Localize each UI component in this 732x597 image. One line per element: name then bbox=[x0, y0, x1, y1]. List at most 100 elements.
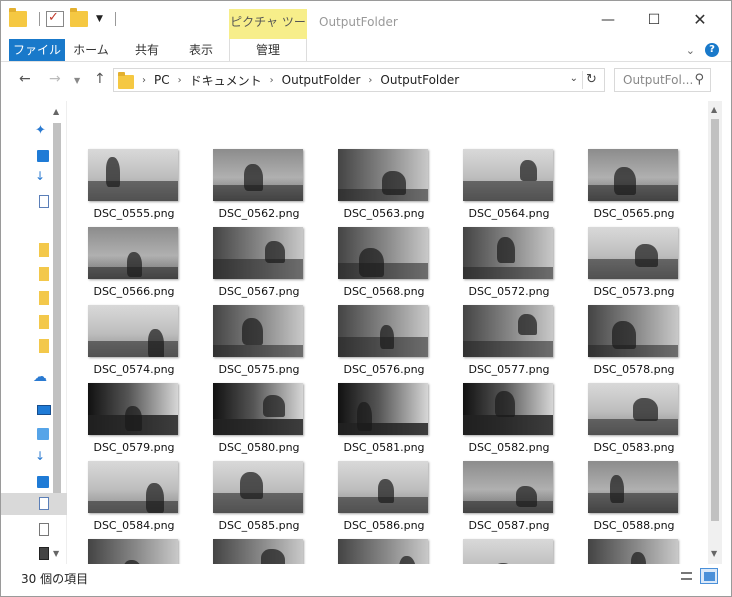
large-icons-view-button[interactable] bbox=[700, 568, 718, 584]
nav-scrollbar-thumb[interactable] bbox=[53, 123, 61, 503]
breadcrumb-outputfolder-current[interactable]: OutputFolder bbox=[380, 73, 459, 87]
up-arrow-icon[interactable]: ↑ bbox=[94, 71, 106, 87]
file-thumbnail-item[interactable]: DSC_0581.png bbox=[338, 383, 463, 461]
recent-locations-icon[interactable]: ▼ bbox=[74, 76, 80, 85]
file-thumbnail-item[interactable]: DSC_0576.png bbox=[338, 305, 463, 383]
scroll-down-arrow-icon[interactable]: ▼ bbox=[711, 549, 717, 558]
scroll-down-arrow-icon[interactable]: ▼ bbox=[53, 549, 59, 558]
tab-file[interactable]: ファイル bbox=[9, 39, 65, 61]
folder-icon[interactable] bbox=[29, 337, 51, 355]
downloads-icon[interactable]: ↓ bbox=[29, 169, 51, 187]
file-thumbnail-item[interactable]: DSC_0575.png bbox=[213, 305, 338, 383]
properties-icon[interactable] bbox=[46, 10, 64, 27]
tab-manage[interactable]: 管理 bbox=[229, 39, 307, 61]
file-thumbnail-item[interactable]: DSC_0565.png bbox=[588, 149, 708, 227]
quick-access-pin-icon[interactable]: ✦ bbox=[29, 123, 51, 141]
image-thumbnail bbox=[88, 227, 178, 279]
image-thumbnail bbox=[213, 383, 303, 435]
file-thumbnail-item[interactable]: DSC_0588.png bbox=[588, 461, 708, 539]
close-button[interactable]: ✕ bbox=[677, 7, 723, 33]
scroll-up-arrow-icon[interactable]: ▲ bbox=[711, 105, 717, 114]
file-thumbnail-item[interactable]: DSC_0578.png bbox=[588, 305, 708, 383]
breadcrumb-separator[interactable]: › bbox=[142, 75, 146, 86]
address-bar[interactable]: › PC › ドキュメント › OutputFolder › OutputFol… bbox=[113, 68, 605, 92]
file-thumbnail-item[interactable]: DSC_0586.png bbox=[338, 461, 463, 539]
help-icon[interactable]: ? bbox=[705, 43, 719, 57]
search-icon: ⚲ bbox=[694, 72, 704, 87]
folder-icon[interactable] bbox=[9, 8, 27, 27]
file-thumbnail-item[interactable]: DSC_0568.png bbox=[338, 227, 463, 305]
expand-ribbon-icon[interactable]: ⌄ bbox=[686, 44, 695, 57]
file-thumbnail-item[interactable] bbox=[463, 539, 588, 564]
file-thumbnail-item[interactable]: DSC_0563.png bbox=[338, 149, 463, 227]
desktop-icon[interactable] bbox=[29, 473, 51, 491]
onedrive-icon[interactable]: ☁ bbox=[29, 369, 51, 387]
back-arrow-icon[interactable]: ← bbox=[19, 71, 31, 87]
pictures-icon[interactable] bbox=[29, 521, 51, 539]
file-thumbnail-item[interactable]: DSC_0580.png bbox=[213, 383, 338, 461]
file-thumbnail-item[interactable]: DSC_0585.png bbox=[213, 461, 338, 539]
large-icons-view-icon bbox=[704, 572, 715, 581]
file-thumbnail-item[interactable]: DSC_0567.png bbox=[213, 227, 338, 305]
file-thumbnail-item[interactable]: DSC_0562.png bbox=[213, 149, 338, 227]
file-thumbnail-item[interactable]: DSC_0579.png bbox=[88, 383, 213, 461]
scrollbar-thumb[interactable] bbox=[711, 119, 719, 521]
folder-icon[interactable] bbox=[29, 289, 51, 307]
videos-icon[interactable] bbox=[29, 545, 51, 563]
file-thumbnail-item[interactable]: DSC_0577.png bbox=[463, 305, 588, 383]
file-thumbnail-item[interactable]: DSC_0555.png bbox=[88, 149, 213, 227]
breadcrumb-separator[interactable]: › bbox=[368, 75, 372, 86]
picture-tools-context-label: ピクチャ ツール bbox=[229, 9, 307, 55]
file-name-label: DSC_0587.png bbox=[468, 519, 550, 532]
documents-icon[interactable] bbox=[29, 193, 51, 211]
file-thumbnail-item[interactable]: DSC_0583.png bbox=[588, 383, 708, 461]
file-thumbnail-item[interactable]: DSC_0582.png bbox=[463, 383, 588, 461]
documents-icon[interactable] bbox=[29, 495, 51, 513]
minimize-button[interactable]: — bbox=[585, 7, 631, 33]
tab-view[interactable]: 表示 bbox=[177, 39, 225, 61]
breadcrumb-separator[interactable]: › bbox=[178, 75, 182, 86]
desktop-icon[interactable] bbox=[29, 147, 51, 165]
breadcrumb-outputfolder[interactable]: OutputFolder bbox=[282, 73, 361, 87]
file-thumbnail-item[interactable] bbox=[588, 539, 708, 564]
3d-objects-icon[interactable] bbox=[29, 425, 51, 443]
forward-arrow-icon[interactable]: → bbox=[49, 71, 61, 87]
downloads-icon[interactable]: ↓ bbox=[29, 449, 51, 467]
image-thumbnail bbox=[213, 227, 303, 279]
file-thumbnail-item[interactable]: DSC_0572.png bbox=[463, 227, 588, 305]
file-name-label: DSC_0565.png bbox=[593, 207, 675, 220]
tab-share[interactable]: 共有 bbox=[123, 39, 171, 61]
file-name-label: DSC_0588.png bbox=[593, 519, 675, 532]
file-thumbnail-item[interactable] bbox=[213, 539, 338, 564]
folder-icon[interactable] bbox=[29, 241, 51, 259]
vertical-scrollbar[interactable]: ▲ ▼ bbox=[708, 101, 722, 564]
maximize-button[interactable]: ☐ bbox=[631, 7, 677, 33]
file-name-label: DSC_0555.png bbox=[93, 207, 175, 220]
file-list-pane: DSC_0555.png DSC_0562.png DSC_0563.png DSC_… bbox=[68, 101, 708, 564]
customize-qat-icon[interactable]: ▼ bbox=[96, 14, 103, 24]
window-title: OutputFolder bbox=[319, 15, 398, 29]
file-thumbnail-item[interactable]: DSC_0564.png bbox=[463, 149, 588, 227]
refresh-icon[interactable]: ↻ bbox=[582, 71, 600, 89]
breadcrumb-documents[interactable]: ドキュメント bbox=[190, 72, 262, 89]
file-thumbnail-item[interactable]: DSC_0584.png bbox=[88, 461, 213, 539]
folder-icon[interactable] bbox=[29, 313, 51, 331]
folder-icon[interactable] bbox=[29, 265, 51, 283]
file-name-label: DSC_0585.png bbox=[218, 519, 300, 532]
breadcrumb-pc[interactable]: PC bbox=[154, 73, 170, 87]
search-input[interactable]: OutputFol... ⚲ bbox=[614, 68, 711, 92]
tab-home[interactable]: ホーム bbox=[67, 39, 115, 61]
title-bar: ▼ ピクチャ ツール OutputFolder — ☐ ✕ bbox=[1, 1, 731, 55]
breadcrumb-separator[interactable]: › bbox=[270, 75, 274, 86]
file-thumbnail-item[interactable]: DSC_0587.png bbox=[463, 461, 588, 539]
file-thumbnail-item[interactable]: DSC_0574.png bbox=[88, 305, 213, 383]
file-thumbnail-item[interactable]: DSC_0566.png bbox=[88, 227, 213, 305]
address-history-dropdown-icon[interactable]: ⌄ bbox=[570, 73, 578, 84]
file-thumbnail-item[interactable] bbox=[338, 539, 463, 564]
file-thumbnail-item[interactable] bbox=[88, 539, 213, 564]
scroll-up-arrow-icon[interactable]: ▲ bbox=[53, 107, 59, 116]
new-folder-icon[interactable] bbox=[70, 8, 88, 27]
details-view-button[interactable] bbox=[677, 568, 695, 584]
file-thumbnail-item[interactable]: DSC_0573.png bbox=[588, 227, 708, 305]
this-pc-icon[interactable] bbox=[29, 401, 51, 419]
